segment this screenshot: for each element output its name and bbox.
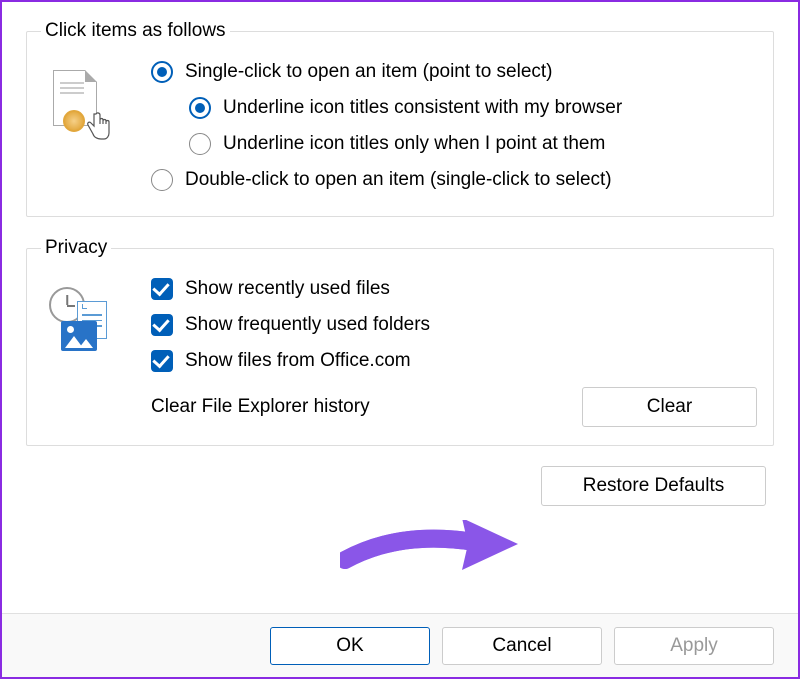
office-files-label: Show files from Office.com: [185, 350, 411, 372]
recent-files-label: Show recently used files: [185, 278, 390, 300]
freq-folders-label: Show frequently used folders: [185, 314, 430, 336]
underline-browser-label: Underline icon titles consistent with my…: [223, 97, 622, 119]
privacy-icon: [47, 287, 117, 351]
restore-defaults-button[interactable]: Restore Defaults: [541, 466, 766, 506]
dialog-footer: OK Cancel Apply: [2, 613, 798, 677]
double-click-radio[interactable]: [151, 169, 173, 191]
privacy-legend: Privacy: [41, 237, 111, 259]
cancel-button[interactable]: Cancel: [442, 627, 602, 665]
annotation-arrow-icon: [340, 520, 520, 575]
clear-button[interactable]: Clear: [582, 387, 757, 427]
apply-button[interactable]: Apply: [614, 627, 774, 665]
underline-point-radio[interactable]: [189, 133, 211, 155]
freq-folders-check[interactable]: [151, 314, 173, 336]
underline-browser-radio[interactable]: [189, 97, 211, 119]
ok-button[interactable]: OK: [270, 627, 430, 665]
click-items-legend: Click items as follows: [41, 20, 230, 42]
single-click-radio[interactable]: [151, 61, 173, 83]
recent-files-check[interactable]: [151, 278, 173, 300]
click-items-group: Click items as follows Single-click to o…: [26, 20, 774, 217]
office-files-check[interactable]: [151, 350, 173, 372]
underline-point-label: Underline icon titles only when I point …: [223, 133, 605, 155]
clear-history-label: Clear File Explorer history: [151, 396, 370, 418]
click-icon: [53, 70, 109, 142]
double-click-label: Double-click to open an item (single-cli…: [185, 169, 612, 191]
single-click-label: Single-click to open an item (point to s…: [185, 61, 553, 83]
privacy-group: Privacy Show recently used files Show fr…: [26, 237, 774, 446]
